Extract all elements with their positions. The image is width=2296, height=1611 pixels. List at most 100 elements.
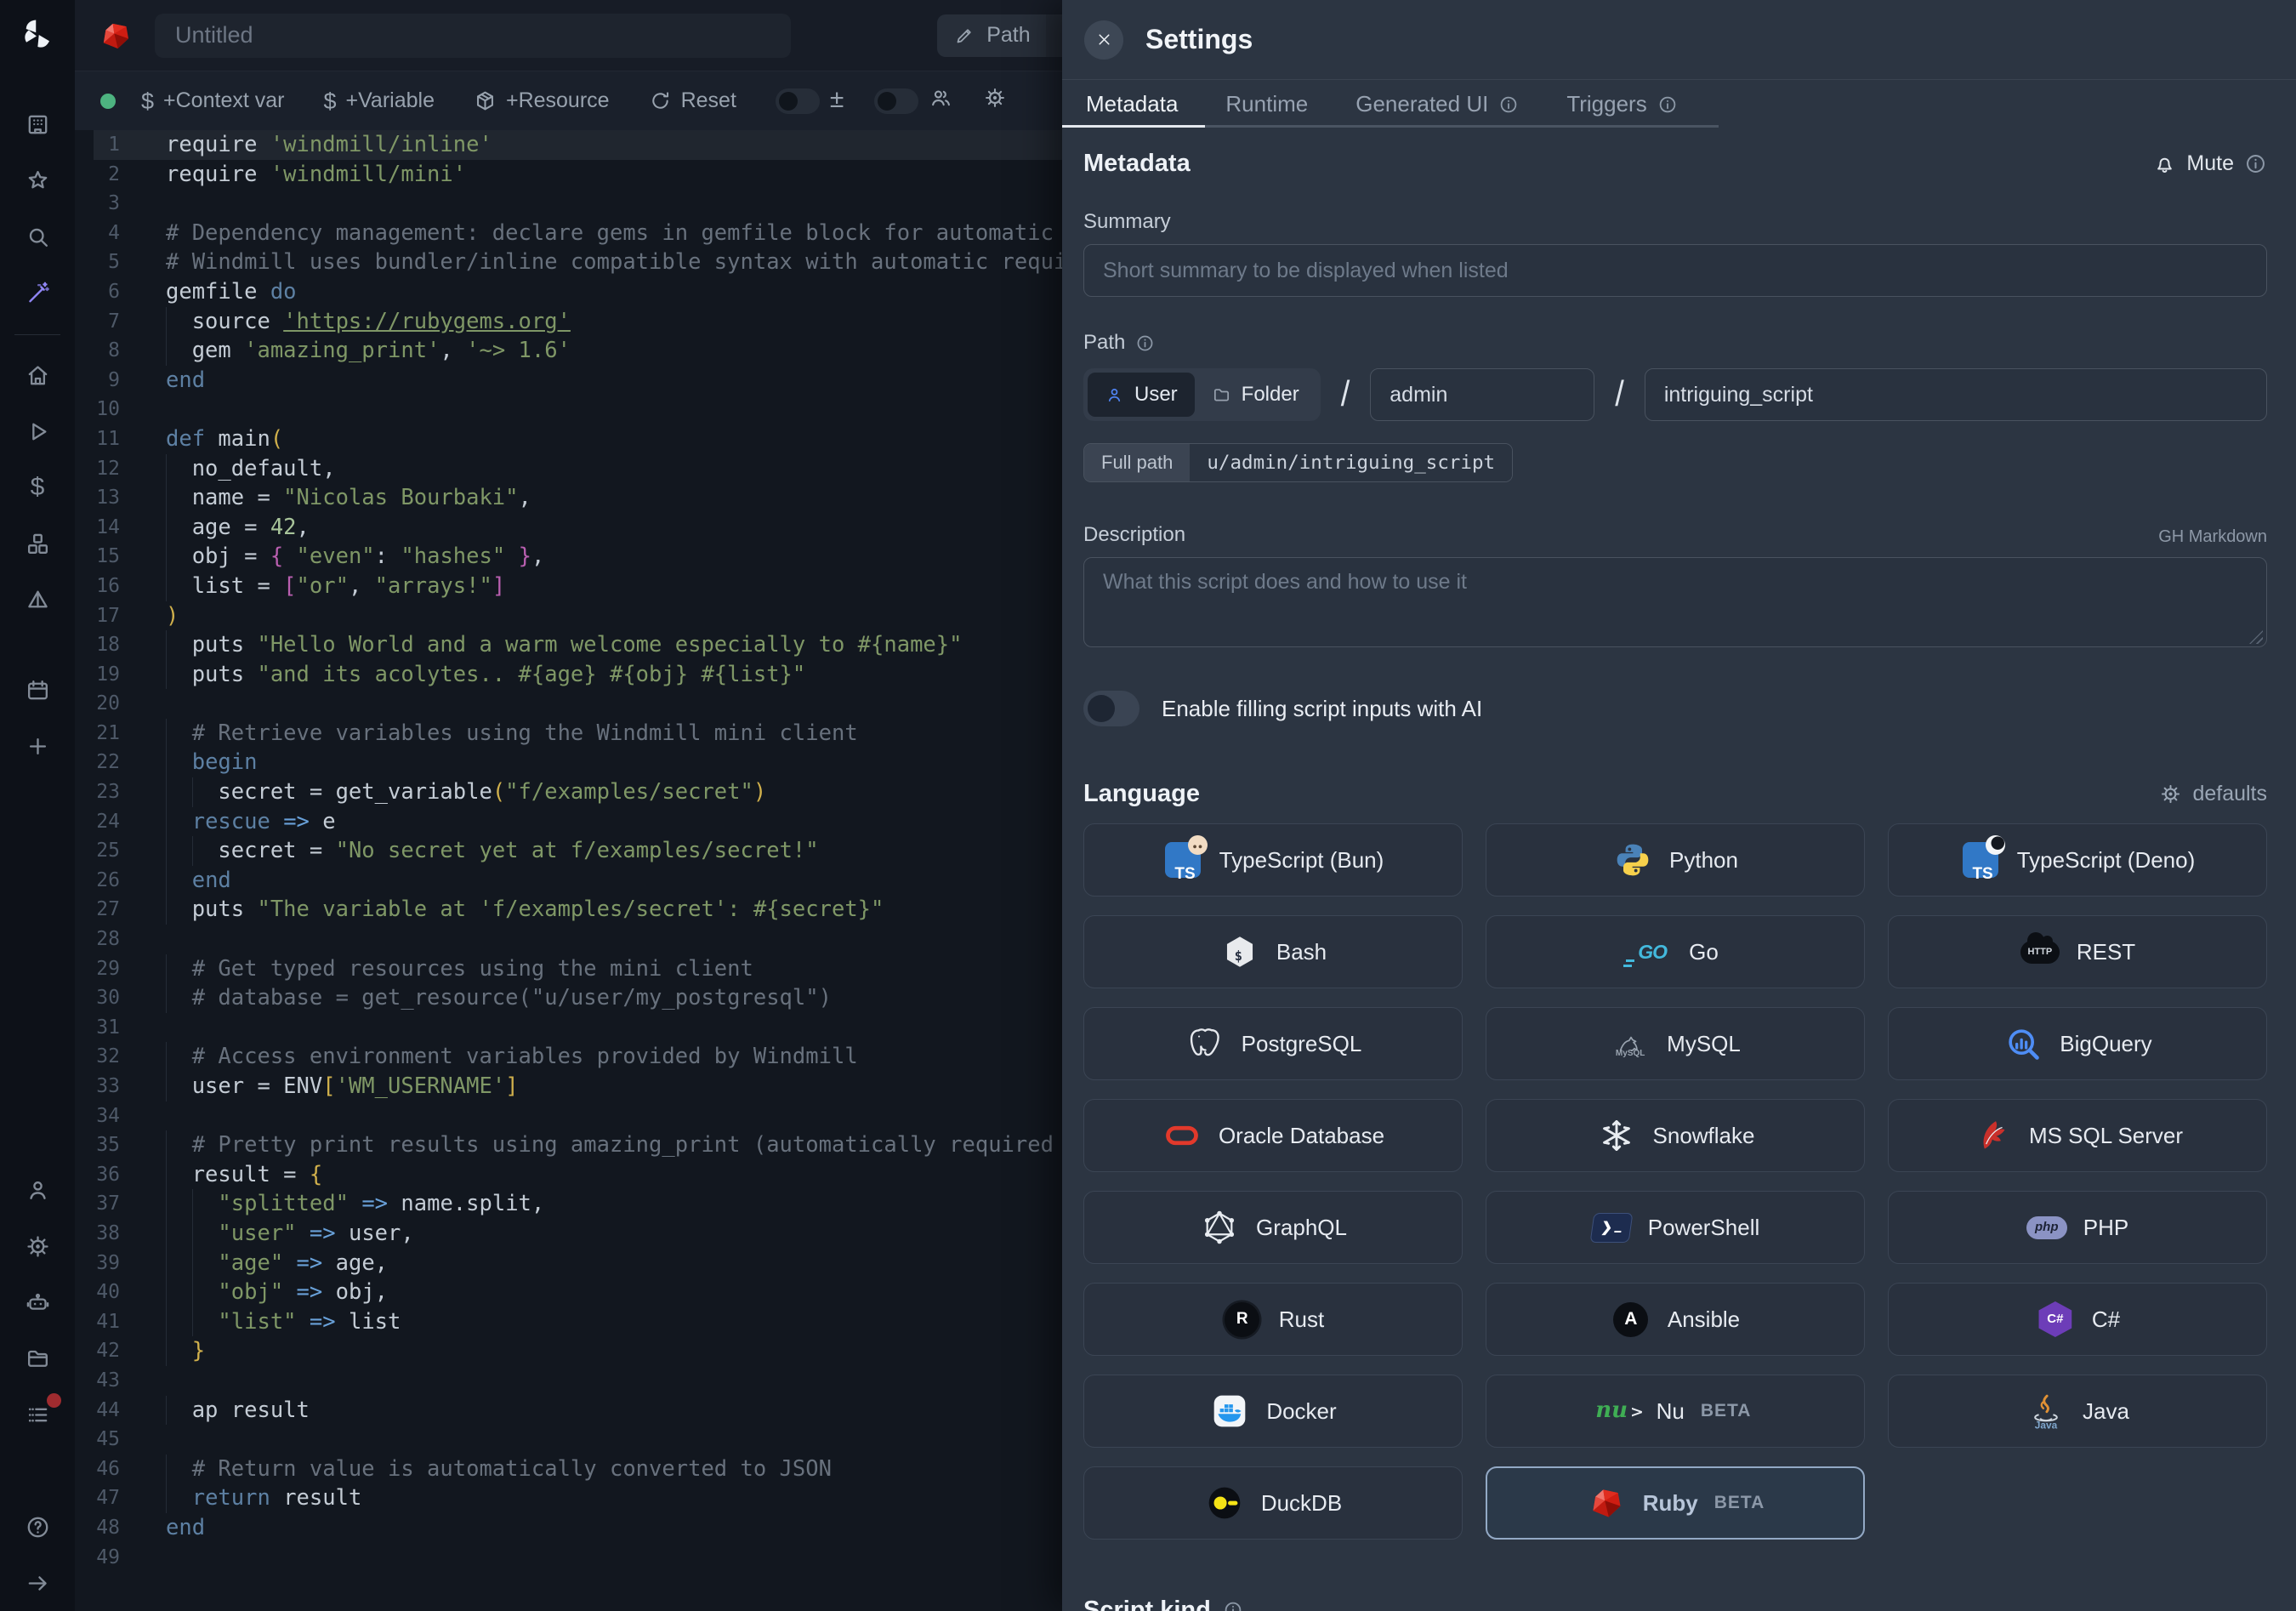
language-go-button[interactable]: GOGo — [1486, 915, 1865, 988]
language-duckdb-button[interactable]: DuckDB — [1083, 1466, 1463, 1540]
language-ms-sql-server-button[interactable]: MS SQL Server — [1888, 1099, 2267, 1172]
sidebar-create-plus-button[interactable] — [0, 718, 75, 774]
code-line[interactable]: 3 — [75, 189, 1062, 219]
script-title-input[interactable] — [155, 14, 791, 58]
code-line[interactable]: 12 no_default, — [75, 454, 1062, 484]
language-ruby-button[interactable]: RubyBETA — [1486, 1466, 1865, 1540]
close-settings-button[interactable] — [1084, 20, 1123, 60]
code-line[interactable]: 30 # database = get_resource("u/user/my_… — [75, 983, 1062, 1013]
path-name-input[interactable] — [1645, 368, 2267, 421]
sidebar-schedules-calendar-button[interactable] — [0, 662, 75, 718]
code-line[interactable]: 13 name = "Nicolas Bourbaki", — [75, 483, 1062, 513]
language-bash-button[interactable]: $Bash — [1083, 915, 1463, 988]
code-line[interactable]: 23 secret = get_variable("f/examples/sec… — [75, 777, 1062, 807]
code-line[interactable]: 18 puts "Hello World and a warm welcome … — [75, 630, 1062, 660]
code-line[interactable]: 42 } — [75, 1336, 1062, 1366]
toolbar-resource-button[interactable]: +Resource — [474, 88, 610, 113]
sidebar-home-button[interactable] — [0, 347, 75, 403]
code-line[interactable]: 29 # Get typed resources using the mini … — [75, 954, 1062, 984]
code-line[interactable]: 24 rescue => e — [75, 807, 1062, 837]
code-line[interactable]: 21 # Retrieve variables using the Windmi… — [75, 719, 1062, 749]
code-line[interactable]: 22 begin — [75, 748, 1062, 777]
code-line[interactable]: 48end — [75, 1513, 1062, 1543]
toolbar-variable-button[interactable]: $+Variable — [323, 88, 435, 113]
code-line[interactable]: 2require 'windmill/mini' — [75, 160, 1062, 190]
windmill-logo-button[interactable] — [20, 15, 55, 53]
language-graphql-button[interactable]: GraphQL — [1083, 1191, 1463, 1264]
code-line[interactable]: 9end — [75, 366, 1062, 396]
tab-metadata[interactable]: Metadata — [1086, 91, 1178, 117]
code-line[interactable]: 38 "user" => user, — [75, 1219, 1062, 1249]
sidebar-resources-cubes-button[interactable] — [0, 515, 75, 572]
code-line[interactable]: 33 user = ENV['WM_USERNAME'] — [75, 1072, 1062, 1102]
path-button[interactable]: Path u/a — [937, 14, 1062, 57]
multiplayer-button[interactable] — [929, 86, 952, 116]
sidebar-search-button[interactable] — [0, 208, 75, 265]
summary-input[interactable] — [1083, 244, 2267, 297]
code-line[interactable]: 5# Windmill uses bundler/inline compatib… — [75, 248, 1062, 277]
language-python-button[interactable]: Python — [1486, 823, 1865, 897]
code-line[interactable]: 41 "list" => list — [75, 1307, 1062, 1337]
sidebar-collapse-arrow-right-button[interactable] — [0, 1555, 75, 1611]
language-powershell-button[interactable]: ❯PowerShell — [1486, 1191, 1865, 1264]
tab-runtime[interactable]: Runtime — [1225, 91, 1308, 117]
toolbar-reset-button[interactable]: Reset — [649, 88, 736, 113]
code-line[interactable]: 28 — [75, 925, 1062, 954]
tab-generated-ui[interactable]: Generated UI — [1355, 91, 1519, 117]
language-typescript-bun-button[interactable]: TSTypeScript (Bun) — [1083, 823, 1463, 897]
tab-triggers[interactable]: Triggers — [1566, 91, 1677, 117]
sidebar-favorites-star-button[interactable] — [0, 152, 75, 208]
sidebar-folders-button[interactable] — [0, 1330, 75, 1386]
code-line[interactable]: 11def main( — [75, 424, 1062, 454]
code-line[interactable]: 19 puts "and its acolytes.. #{age} #{obj… — [75, 660, 1062, 690]
code-line[interactable]: 32 # Access environment variables provid… — [75, 1042, 1062, 1072]
diff-mode-toggle[interactable] — [776, 88, 820, 114]
code-line[interactable]: 47 return result — [75, 1483, 1062, 1513]
code-line[interactable]: 10 — [75, 395, 1062, 424]
sidebar-variables-dollar-button[interactable]: $ — [0, 459, 75, 515]
code-line[interactable]: 26 end — [75, 866, 1062, 896]
language-ansible-button[interactable]: AAnsible — [1486, 1283, 1865, 1356]
language-java-button[interactable]: JavaJava — [1888, 1375, 2267, 1448]
sidebar-triggers-pyramid-button[interactable] — [0, 572, 75, 628]
code-line[interactable]: 40 "obj" => obj, — [75, 1278, 1062, 1307]
diff-button[interactable]: ± — [830, 88, 844, 113]
code-line[interactable]: 7 source 'https://rubygems.org' — [75, 307, 1062, 337]
code-line[interactable]: 43 — [75, 1366, 1062, 1396]
code-line[interactable]: 36 result = { — [75, 1160, 1062, 1190]
sidebar-ai-robot-button[interactable] — [0, 1274, 75, 1330]
language-nu-button[interactable]: nu>NuBETA — [1486, 1375, 1865, 1448]
code-line[interactable]: 39 "age" => age, — [75, 1249, 1062, 1278]
mute-button[interactable]: Mute — [2153, 151, 2267, 176]
sidebar-audit-logs-list-button[interactable] — [0, 1386, 75, 1443]
language-rust-button[interactable]: RRust — [1083, 1283, 1463, 1356]
code-line[interactable]: 44 ap result — [75, 1396, 1062, 1426]
language-bigquery-button[interactable]: BigQuery — [1888, 1007, 2267, 1080]
code-line[interactable]: 4# Dependency management: declare gems i… — [75, 219, 1062, 248]
language-rest-button[interactable]: HTTPREST — [1888, 915, 2267, 988]
code-line[interactable]: 16 list = ["or", "arrays!"] — [75, 572, 1062, 601]
sidebar-workspace-building-button[interactable] — [0, 96, 75, 152]
code-line[interactable]: 8 gem 'amazing_print', '~> 1.6' — [75, 336, 1062, 366]
code-line[interactable]: 20 — [75, 689, 1062, 719]
ai-inputs-toggle[interactable] — [1083, 691, 1139, 726]
code-line[interactable]: 31 — [75, 1013, 1062, 1043]
toolbar-contextvar-button[interactable]: $+Context var — [141, 88, 284, 113]
code-line[interactable]: 46 # Return value is automatically conve… — [75, 1454, 1062, 1484]
code-line[interactable]: 25 secret = "No secret yet at f/examples… — [75, 836, 1062, 866]
language-snowflake-button[interactable]: Snowflake — [1486, 1099, 1865, 1172]
code-line[interactable]: 14 age = 42, — [75, 513, 1062, 543]
description-textarea[interactable] — [1083, 557, 2267, 647]
path-owner-input[interactable] — [1370, 368, 1594, 421]
sidebar-ai-wand-button[interactable] — [0, 265, 75, 321]
owner-kind-user-button[interactable]: User — [1088, 373, 1195, 417]
code-line[interactable]: 37 "splitted" => name.split, — [75, 1189, 1062, 1219]
editor-settings-button[interactable] — [983, 86, 1007, 116]
language-csharp-button[interactable]: C#C# — [1888, 1283, 2267, 1356]
sidebar-workspace-settings-gear-button[interactable] — [0, 1218, 75, 1274]
language-php-button[interactable]: phpPHP — [1888, 1191, 2267, 1264]
multiplayer-toggle[interactable] — [874, 88, 918, 114]
language-typescript-deno-button[interactable]: TSTypeScript (Deno) — [1888, 823, 2267, 897]
code-line[interactable]: 15 obj = { "even": "hashes" }, — [75, 542, 1062, 572]
sidebar-help-button[interactable] — [0, 1499, 75, 1555]
